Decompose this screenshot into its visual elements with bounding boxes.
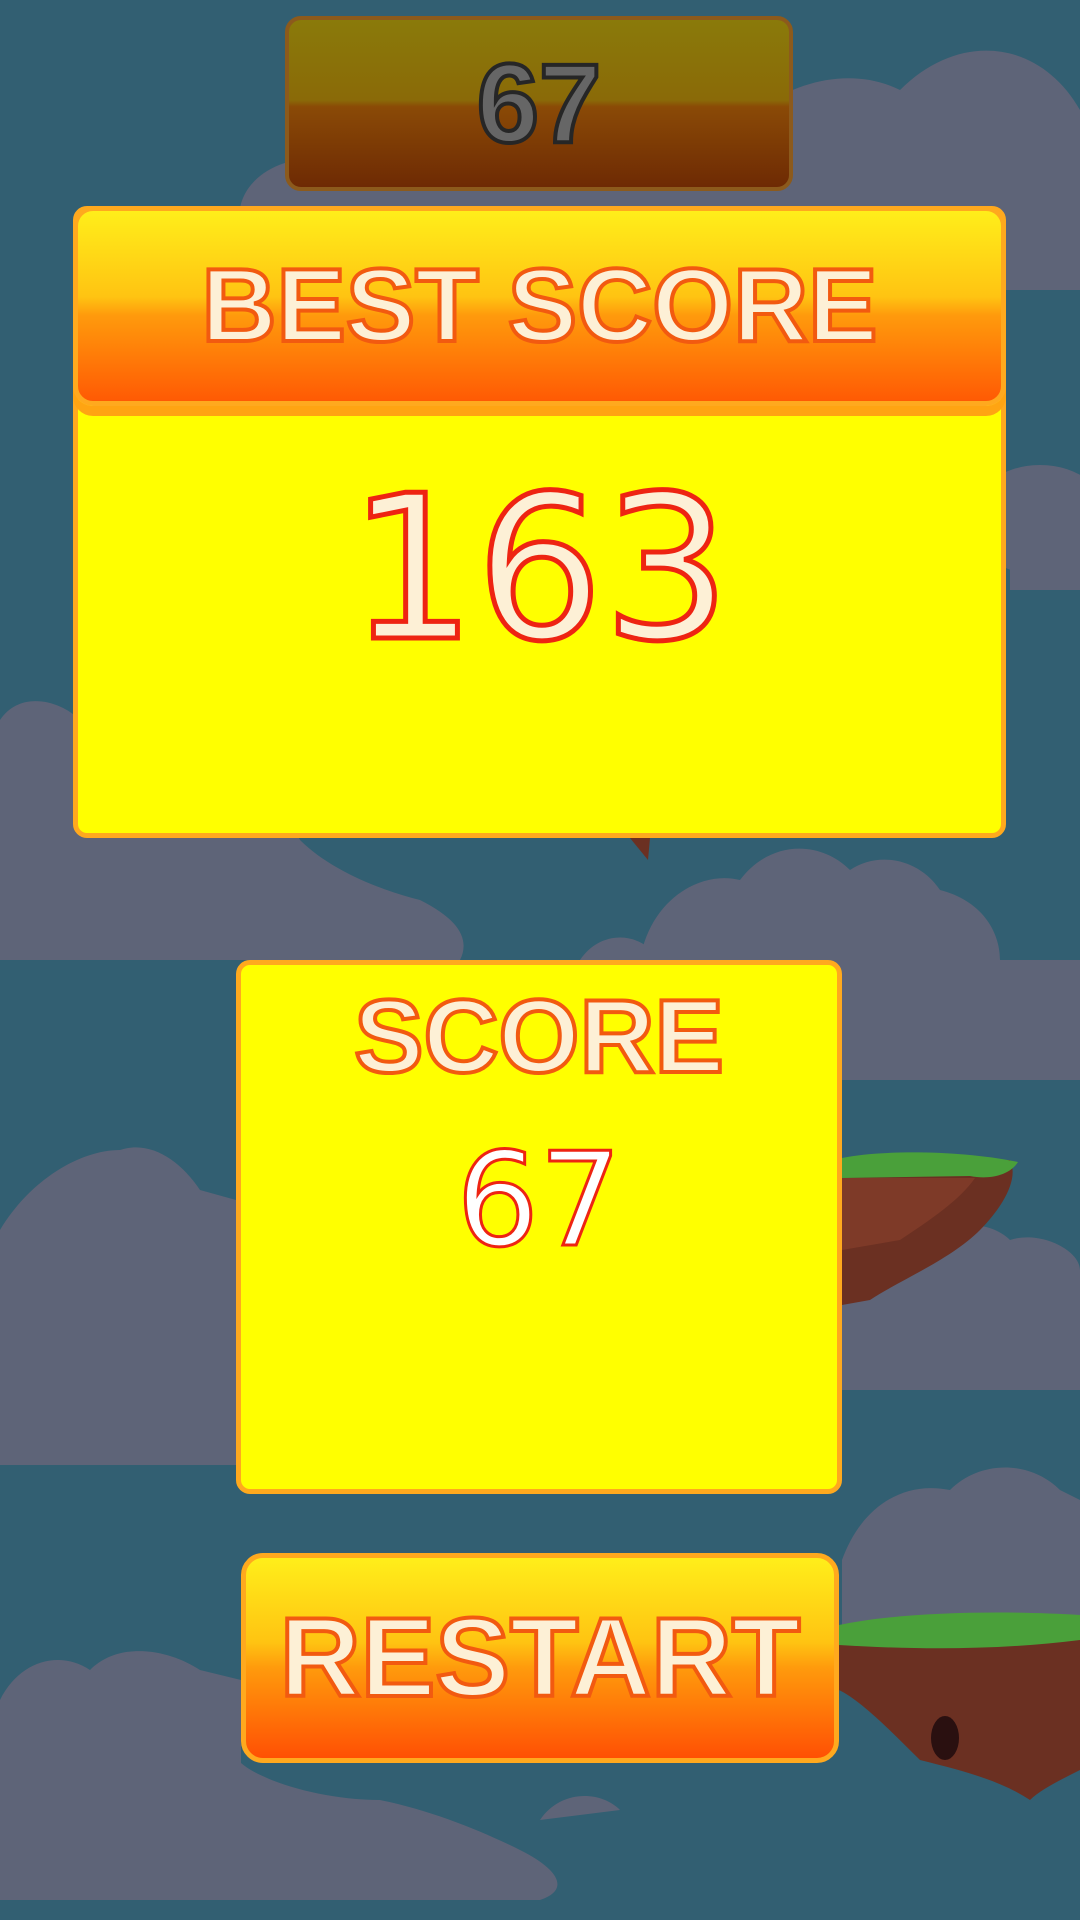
current-score-value: 67 [475,40,604,166]
best-score-value: 163 [346,453,733,686]
score-title: SCORE [352,979,726,1095]
score-value: 67 [455,1124,623,1276]
best-score-title: BEST SCORE [199,248,879,364]
restart-label: RESTART [278,1595,803,1720]
current-score-banner: 67 [285,16,793,191]
best-score-header: BEST SCORE [73,206,1006,406]
cloud-left [0,1147,236,1465]
restart-button[interactable]: RESTART [241,1553,839,1763]
